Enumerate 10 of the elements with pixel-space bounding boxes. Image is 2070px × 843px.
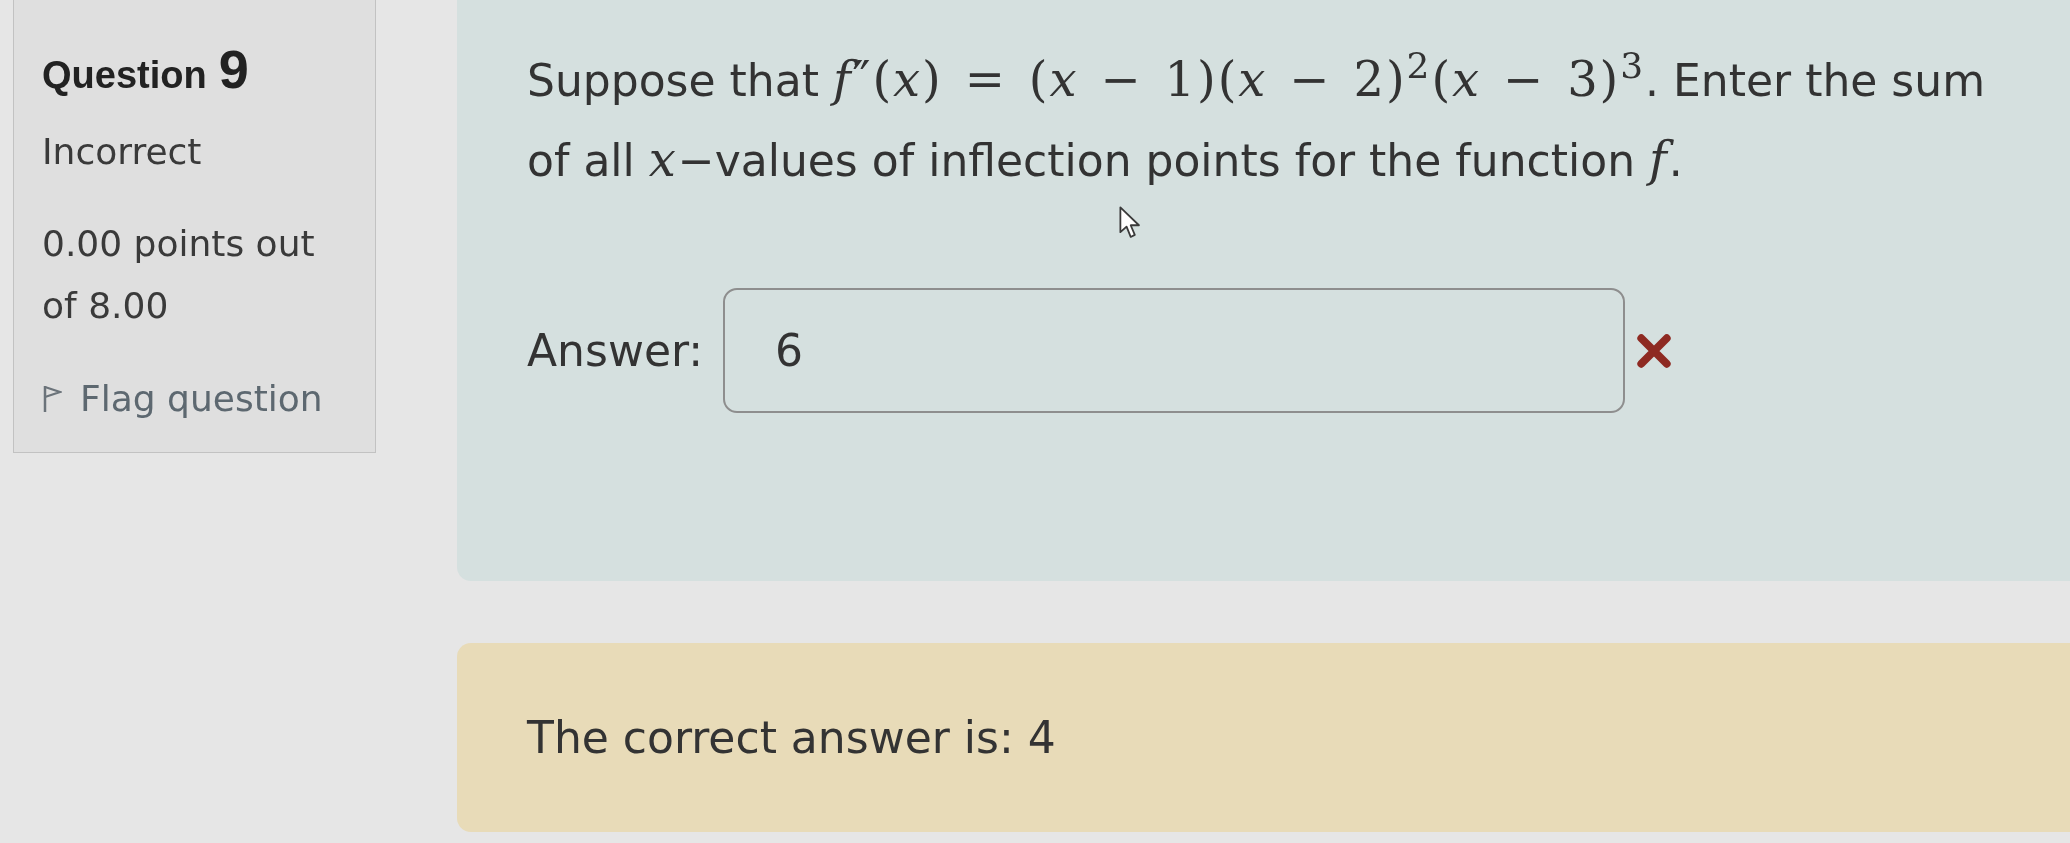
answer-field[interactable]: 6: [723, 288, 1626, 413]
answer-label: Answer:: [527, 325, 704, 376]
question-label: Question: [42, 53, 207, 98]
correct-answer-text: The correct answer is: 4: [527, 710, 1056, 765]
question-number: 9: [218, 39, 249, 99]
question-state: Incorrect: [42, 130, 202, 174]
question-text: Suppose that f″(x) = (x − 1)(x − 2)$^{2}$(x − 3)$^{3}$. Enter the sum of all x−values of inflection points for the function f.: [527, 44, 1986, 189]
flag-question-link[interactable]: Flag question: [42, 374, 323, 424]
mouse-pointer-icon: [1119, 206, 1141, 239]
question-grade: 0.00 points out of 8.00: [42, 222, 316, 328]
